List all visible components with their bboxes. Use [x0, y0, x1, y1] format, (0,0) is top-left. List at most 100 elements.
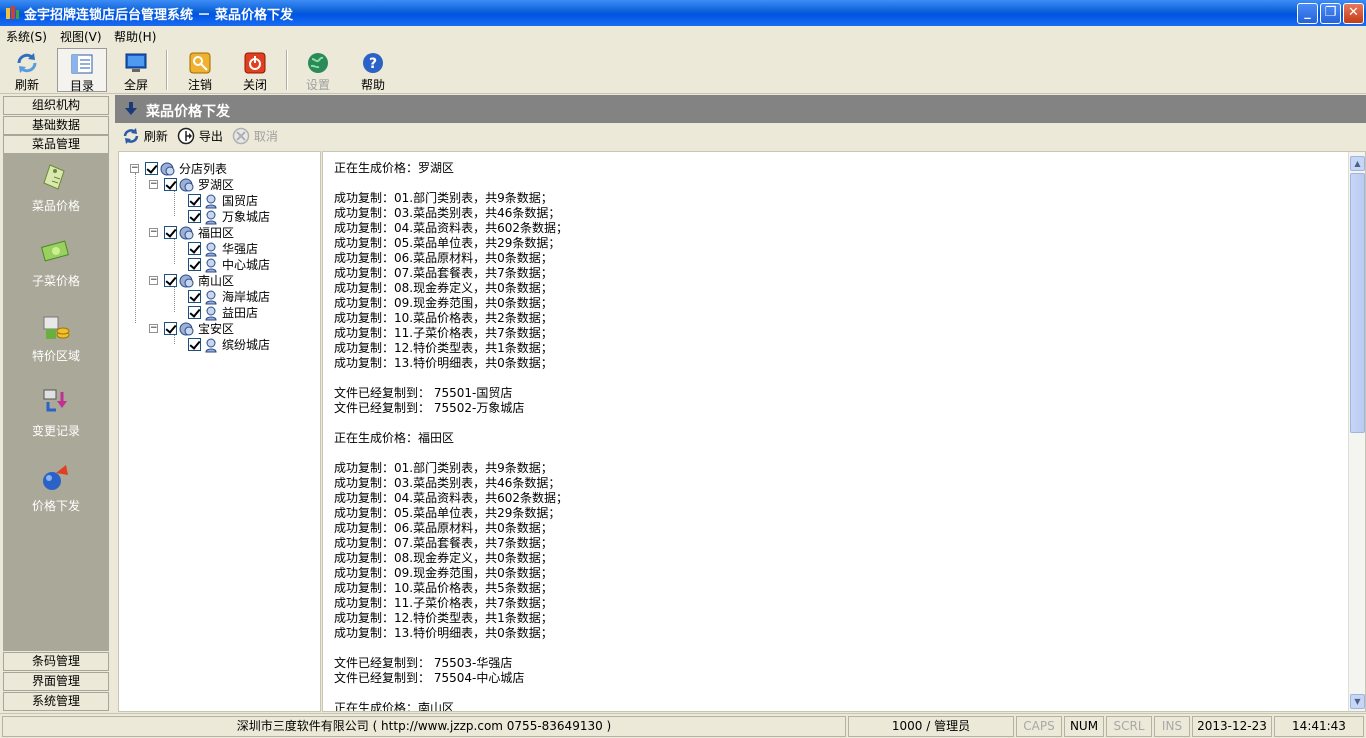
logout-label: 注销 [187, 78, 212, 92]
collapse-icon[interactable]: − [149, 324, 158, 333]
nav-dish-panel: 菜品价格 子菜价格 特价区域 变更记录 价格下发 [3, 153, 109, 651]
nav-item-dish-price[interactable]: 菜品价格 [3, 157, 109, 225]
nav-system-management[interactable]: 系统管理 [3, 692, 109, 711]
checkbox[interactable] [164, 274, 177, 287]
nav-dish-management[interactable]: 菜品管理 [3, 135, 109, 154]
log-line: 成功复制：13.特价明细表，共0条数据； [334, 626, 553, 640]
log-line: 成功复制：07.菜品套餐表，共7条数据； [334, 536, 553, 550]
settings-button[interactable]: 设置 [293, 48, 343, 92]
collapse-icon[interactable]: − [130, 164, 139, 173]
collapse-icon[interactable]: − [149, 276, 158, 285]
minimize-button[interactable]: _ [1297, 3, 1318, 24]
log-line: 成功复制：06.菜品原材料，共0条数据； [334, 251, 553, 265]
logout-button[interactable]: 注销 [175, 48, 225, 92]
nav-interface-management[interactable]: 界面管理 [3, 672, 109, 691]
toolbar-separator [286, 50, 288, 90]
app-icon [6, 6, 19, 19]
log-line: 成功复制：01.部门类别表，共9条数据； [334, 191, 553, 205]
status-bar: 深圳市三度软件有限公司 ( http://www.jzzp.com 0755-8… [0, 713, 1366, 738]
tree-node-district[interactable]: − 南山区 [149, 272, 234, 288]
log-line: 成功复制：11.子菜价格表，共7条数据； [334, 326, 553, 340]
log-lines: 正在生成价格：罗湖区 成功复制：01.部门类别表，共9条数据； 成功复制：03.菜品… [334, 161, 1334, 711]
export-button[interactable]: 导出 [177, 127, 223, 147]
nav-org[interactable]: 组织机构 [3, 96, 109, 115]
help-button[interactable]: ? 帮助 [348, 48, 398, 92]
checkbox[interactable] [188, 306, 201, 319]
checkbox[interactable] [188, 258, 201, 271]
nav-item-change-log[interactable]: 变更记录 [3, 382, 109, 450]
catalog-label: 目录 [69, 79, 94, 93]
close-window-button[interactable]: ✕ [1343, 3, 1364, 24]
vertical-scrollbar[interactable]: ▲ ▼ [1348, 152, 1365, 711]
scroll-up-icon[interactable]: ▲ [1350, 156, 1365, 171]
close-button[interactable]: 关闭 [230, 48, 280, 92]
checkbox[interactable] [164, 178, 177, 191]
checkbox[interactable] [188, 338, 201, 351]
arrow-down-icon [125, 102, 137, 115]
checkbox[interactable] [164, 322, 177, 335]
store-icon [205, 194, 217, 208]
nav-item-sub-dish-price[interactable]: 子菜价格 [3, 232, 109, 300]
panel-refresh-button[interactable]: 刷新 [122, 127, 168, 147]
log-line: 成功复制：06.菜品原材料，共0条数据； [334, 521, 553, 535]
checkbox[interactable] [188, 242, 201, 255]
maximize-button[interactable]: ❐ [1320, 3, 1341, 24]
log-line: 成功复制：03.菜品类别表，共46条数据； [334, 206, 561, 220]
export-label: 导出 [198, 129, 223, 144]
log-line: 文件已经复制到： 75502-万象城店 [334, 401, 525, 415]
nav-item-label: 菜品价格 [31, 199, 80, 213]
log-line: 成功复制：01.部门类别表，共9条数据； [334, 461, 553, 475]
tree-line [174, 237, 175, 264]
cancel-button[interactable]: 取消 [232, 127, 278, 147]
tree-node-store[interactable]: 益田店 [188, 304, 258, 320]
tree-node-district[interactable]: − 福田区 [149, 224, 234, 240]
tree-node-store[interactable]: 中心城店 [188, 256, 270, 272]
status-scrl: SCRL [1106, 716, 1152, 737]
nav-basic-data[interactable]: 基础数据 [3, 116, 109, 135]
globe-icon [308, 53, 328, 73]
log-line: 成功复制：08.现金券定义，共0条数据； [334, 281, 553, 295]
tree-node-store[interactable]: 缤纷城店 [188, 336, 270, 352]
tree-node-district[interactable]: − 罗湖区 [149, 176, 234, 192]
tree-node-store[interactable]: 国贸店 [188, 192, 258, 208]
tree-node-store[interactable]: 海岸城店 [188, 288, 270, 304]
nav-item-special-area[interactable]: 特价区域 [3, 307, 109, 375]
monitor-icon [125, 53, 147, 72]
refresh-button[interactable]: 刷新 [2, 48, 52, 92]
tree-node-store[interactable]: 万象城店 [188, 208, 270, 224]
refresh-icon [17, 53, 37, 73]
panel-title: 菜品价格下发 [146, 104, 230, 120]
tree-node-label: 益田店 [222, 306, 259, 320]
log-output[interactable]: 正在生成价格：罗湖区 成功复制：01.部门类别表，共9条数据； 成功复制：03.菜品… [322, 151, 1366, 712]
checkbox[interactable] [164, 226, 177, 239]
scroll-down-icon[interactable]: ▼ [1350, 694, 1365, 709]
collapse-icon[interactable]: − [149, 228, 158, 237]
collapse-icon[interactable]: − [149, 180, 158, 189]
tree-node-store[interactable]: 华强店 [188, 240, 258, 256]
checkbox[interactable] [145, 162, 158, 175]
toolbar-separator [166, 50, 168, 90]
checkbox[interactable] [188, 194, 201, 207]
fullscreen-button[interactable]: 全屏 [111, 48, 161, 92]
nav-barcode-management[interactable]: 条码管理 [3, 652, 109, 671]
nav-item-price-distribute[interactable]: 价格下发 [3, 457, 109, 525]
log-line: 成功复制：03.菜品类别表，共46条数据； [334, 476, 561, 490]
nav-item-label: 特价区域 [31, 349, 80, 363]
log-line: 成功复制：10.菜品价格表，共2条数据； [334, 311, 553, 325]
tree-node-label: 中心城店 [222, 258, 271, 272]
left-navigation: 组织机构 基础数据 菜品管理 菜品价格 子菜价格 特价区域 变更记录 价格下发 … [0, 95, 112, 712]
checkbox[interactable] [188, 290, 201, 303]
tree-node-district[interactable]: − 宝安区 [149, 320, 234, 336]
menu-system[interactable]: 系统(S) [6, 28, 47, 45]
menu-view[interactable]: 视图(V) [60, 28, 102, 45]
status-company: 深圳市三度软件有限公司 ( http://www.jzzp.com 0755-8… [2, 716, 846, 737]
scroll-thumb[interactable] [1350, 173, 1365, 433]
menu-help[interactable]: 帮助(H) [114, 28, 156, 45]
catalog-button[interactable]: 目录 [57, 48, 107, 93]
tree-node-root[interactable]: − 分店列表 [130, 160, 227, 176]
panel-header: 菜品价格下发 [115, 95, 1366, 123]
checkbox[interactable] [188, 210, 201, 223]
log-line: 成功复制：05.菜品单位表，共29条数据； [334, 236, 561, 250]
